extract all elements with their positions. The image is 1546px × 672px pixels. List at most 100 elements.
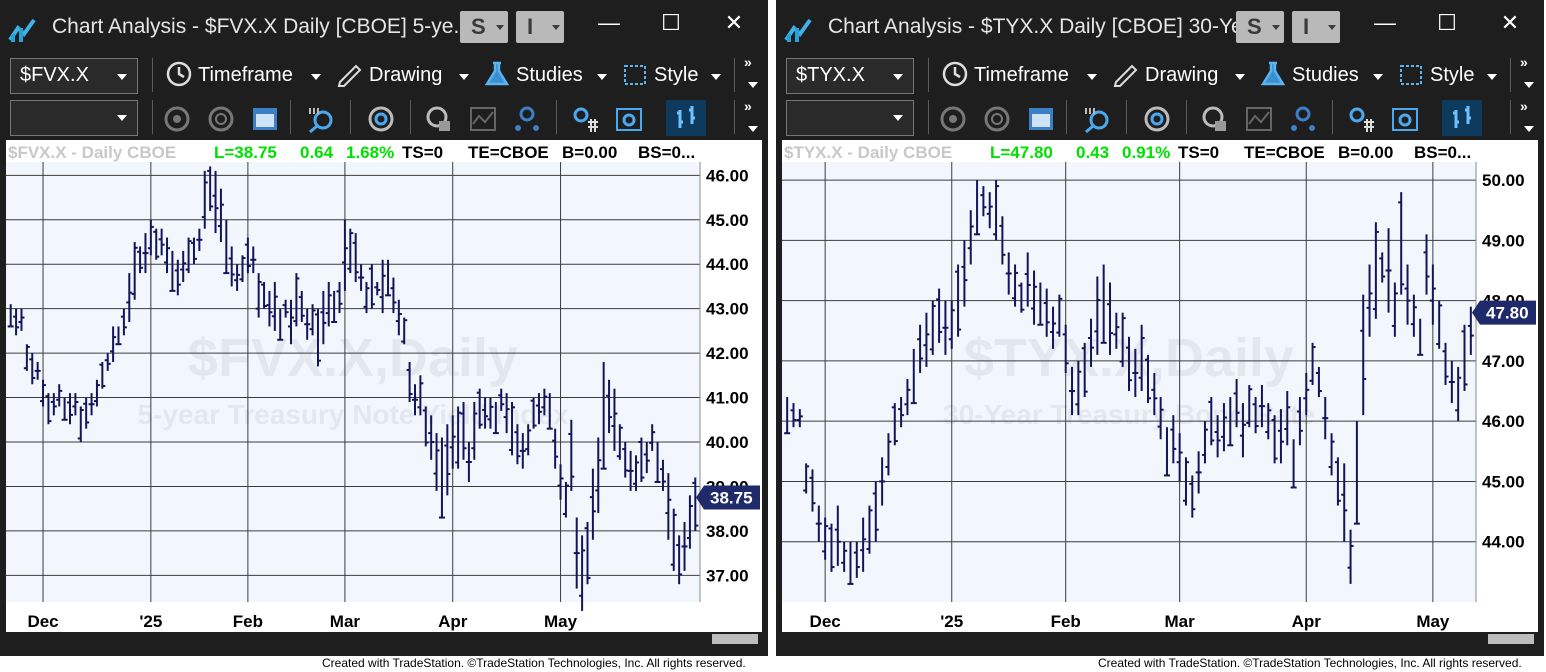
status-te: TE=CBOE [1244, 143, 1325, 162]
alert-icon[interactable] [424, 104, 454, 134]
secondary-toolbar: » [0, 98, 768, 140]
toggle-bars-icon[interactable] [1442, 100, 1482, 136]
chart-window-icon[interactable] [468, 104, 498, 134]
status-ts: TS=0 [402, 143, 443, 162]
footer-credit-right: Created with TradeStation. ©TradeStation… [1098, 656, 1522, 670]
maximize-button[interactable]: ☐ [657, 10, 685, 35]
alert-icon[interactable] [1200, 104, 1230, 134]
horizontal-scrollbar[interactable] [782, 632, 1538, 646]
chart-analysis-icon [8, 18, 36, 42]
secondary-toolbar: » [776, 98, 1544, 140]
close-button[interactable]: ✕ [720, 10, 748, 35]
title-bar[interactable]: Chart Analysis - $FVX.X Daily [CBOE] 5-y… [0, 0, 768, 52]
interval-dropdown[interactable] [786, 100, 914, 136]
network-icon[interactable] [512, 104, 542, 134]
maximize-button[interactable]: ☐ [1433, 10, 1461, 35]
y-tick-label: 50.00 [1482, 171, 1525, 190]
status-change: 0.64 [300, 143, 334, 162]
y-tick-label: 46.00 [1482, 412, 1525, 431]
drawing-label: Drawing [1145, 64, 1219, 86]
watermark-symbol: $FVX.X,Daily [188, 328, 518, 388]
style-label: Style [654, 64, 699, 86]
status-change: 0.43 [1076, 143, 1109, 162]
y-tick-label: 40.00 [706, 433, 749, 452]
window-title: Chart Analysis - $TYX.X Daily [CBOE] 30-… [828, 15, 1261, 38]
chart-analysis-icon [784, 18, 812, 42]
settings-grid-icon[interactable] [1346, 104, 1376, 134]
zoom-icon[interactable] [306, 104, 336, 134]
i-button[interactable]: I [516, 11, 564, 43]
s-button[interactable]: S [460, 11, 508, 43]
format-window-icon[interactable] [1390, 104, 1420, 134]
y-tick-label: 38.00 [706, 522, 749, 541]
y-tick-label: 45.00 [1482, 472, 1525, 491]
zoom-icon[interactable] [1082, 104, 1112, 134]
flask-icon [1260, 61, 1286, 86]
scroll-thumb[interactable] [712, 634, 758, 644]
symbol-dropdown[interactable]: $FVX.X [10, 58, 138, 94]
timeframe-label: Timeframe [974, 64, 1069, 86]
status-percent: 0.91% [1122, 143, 1170, 162]
chart-window-tyx: Chart Analysis - $TYX.X Daily [CBOE] 30-… [776, 0, 1544, 656]
y-tick-label: 47.00 [1482, 352, 1525, 371]
y-tick-label: 37.00 [706, 566, 749, 585]
price-chart[interactable]: $TYX.X,Daily 30-Year Treasury Bond Rate 50… [782, 140, 1538, 644]
main-toolbar: $TYX.X Timeframe Drawing Studies Style » [776, 52, 1544, 98]
cursor-target-icon[interactable] [162, 104, 192, 134]
y-tick-label: 44.00 [1482, 533, 1525, 552]
x-tick-label: Apr [1292, 612, 1322, 631]
more-button-2[interactable]: » [744, 98, 752, 114]
crosshair-target-icon[interactable] [206, 104, 236, 134]
interval-dropdown[interactable] [10, 100, 138, 136]
y-tick-label: 41.00 [706, 389, 749, 408]
horizontal-scrollbar[interactable] [6, 632, 762, 646]
more-button[interactable]: » [1520, 54, 1528, 70]
cursor-target-icon[interactable] [938, 104, 968, 134]
chart-window-icon[interactable] [1244, 104, 1274, 134]
close-button[interactable]: ✕ [1496, 10, 1524, 35]
i-button[interactable]: I [1292, 11, 1340, 43]
symbol-value: $TYX.X [796, 64, 865, 86]
flask-icon [484, 61, 510, 86]
style-label: Style [1430, 64, 1475, 86]
s-button[interactable]: S [1236, 11, 1284, 43]
chart-canvas[interactable]: $FVX.X,Daily5-year Treasury Note Yield I… [6, 140, 762, 632]
settings-grid-icon[interactable] [570, 104, 600, 134]
s-label: S [1247, 14, 1262, 39]
y-tick-label: 44.00 [706, 255, 749, 274]
x-tick-label: Dec [27, 612, 58, 631]
radar-icon[interactable] [1142, 104, 1172, 134]
status-bs: BS=0... [1414, 143, 1471, 162]
calendar-icon[interactable] [1026, 104, 1056, 134]
minimize-button[interactable]: — [1371, 10, 1399, 35]
radar-icon[interactable] [366, 104, 396, 134]
y-tick-label: 46.00 [706, 166, 749, 185]
calendar-icon[interactable] [250, 104, 280, 134]
chart-canvas[interactable]: $TYX.X,Daily30-Year Treasury Bond Rate50… [782, 140, 1538, 632]
minimize-button[interactable]: — [595, 10, 623, 35]
window-title: Chart Analysis - $FVX.X Daily [CBOE] 5-y… [52, 15, 471, 38]
format-window-icon[interactable] [614, 104, 644, 134]
status-b: B=0.00 [1338, 143, 1393, 162]
price-chart[interactable]: $FVX.X,Daily 5-year Treasury Note Yield I… [6, 140, 762, 644]
footer-credit-left: Created with TradeStation. ©TradeStation… [322, 656, 746, 670]
more-button-2[interactable]: » [1520, 98, 1528, 114]
scroll-thumb[interactable] [1488, 634, 1534, 644]
status-bs: BS=0... [638, 143, 695, 162]
watermark-description: 30-Year Treasury Bond Rate [943, 399, 1315, 430]
network-icon[interactable] [1288, 104, 1318, 134]
status-te: TE=CBOE [468, 143, 549, 162]
status-ts: TS=0 [1178, 143, 1219, 162]
x-tick-label: May [1416, 612, 1450, 631]
crosshair-target-icon[interactable] [982, 104, 1012, 134]
more-button[interactable]: » [744, 54, 752, 70]
status-last: L=47.80 [990, 143, 1053, 162]
toggle-bars-icon[interactable] [666, 100, 706, 136]
last-price-label: 38.75 [710, 489, 753, 508]
status-symbol: $TYX.X - Daily CBOE [784, 143, 952, 162]
y-tick-label: 43.00 [706, 300, 749, 319]
title-bar[interactable]: Chart Analysis - $TYX.X Daily [CBOE] 30-… [776, 0, 1544, 52]
x-tick-label: '25 [139, 612, 162, 631]
symbol-dropdown[interactable]: $TYX.X [786, 58, 914, 94]
status-symbol: $FVX.X - Daily CBOE [8, 143, 176, 162]
